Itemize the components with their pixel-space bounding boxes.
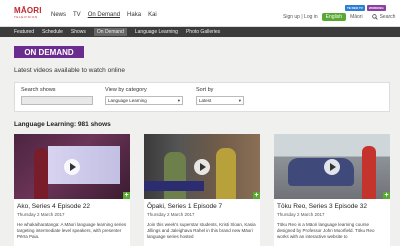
play-icon[interactable] xyxy=(194,158,210,175)
subnav-language-learning[interactable]: Language Learning xyxy=(135,29,178,35)
language-english-button[interactable]: English xyxy=(321,13,347,21)
add-to-list-icon[interactable]: + xyxy=(123,192,130,199)
page-banner: ON DEMAND xyxy=(14,46,84,58)
search-icon xyxy=(371,14,378,20)
user-bar: Sign up | Log in English Māori Search xyxy=(283,13,395,21)
video-date: Thursday 2 March 2017 xyxy=(17,212,65,217)
nav-haka[interactable]: Haka xyxy=(127,12,141,18)
sub-nav: Featured Schedule Shows On Demand Langua… xyxy=(0,27,400,37)
signup-login-link[interactable]: Sign up | Log in xyxy=(283,14,318,20)
sort-filter: Sort by Latest ▾ xyxy=(196,87,244,105)
nav-news[interactable]: News xyxy=(51,12,66,18)
video-title[interactable]: Ōpaki, Series 1 Episode 7 xyxy=(147,203,257,210)
video-date: Thursday 2 March 2017 xyxy=(277,212,325,217)
language-maori-button[interactable]: Māori xyxy=(350,14,363,20)
channel-badges: TE REO TV WORKING xyxy=(345,5,386,11)
video-card[interactable]: + Tōku Reo, Series 3 Episode 32 Thursday… xyxy=(274,134,390,246)
play-icon[interactable] xyxy=(64,158,80,175)
video-title[interactable]: Tōku Reo, Series 3 Episode 32 xyxy=(277,203,387,210)
filter-panel: Search shows View by category Language L… xyxy=(14,82,390,112)
category-filter: View by category Language Learning ▾ xyxy=(105,87,183,105)
chevron-down-icon: ▾ xyxy=(238,97,241,103)
search-button[interactable]: Search xyxy=(371,14,396,20)
video-description: Tōku Reo is a Māori language learning co… xyxy=(277,222,375,239)
search-label: Search xyxy=(379,14,396,20)
video-card[interactable]: + Ako, Series 4 Episode 22 Thursday 2 Ma… xyxy=(14,134,130,246)
section-heading: Language Learning: 981 shows xyxy=(14,121,111,128)
video-card[interactable]: + Ōpaki, Series 1 Episode 7 Thursday 2 M… xyxy=(144,134,260,246)
chevron-down-icon: ▾ xyxy=(177,97,180,103)
nav-on-demand[interactable]: On Demand xyxy=(88,12,120,18)
subnav-photo-galleries[interactable]: Photo Galleries xyxy=(186,29,220,35)
search-shows-input[interactable] xyxy=(21,96,93,105)
badge-working[interactable]: WORKING xyxy=(366,5,386,11)
video-description: Join this week's superstar students, Kri… xyxy=(147,222,256,239)
nav-kai[interactable]: Kai xyxy=(148,12,157,18)
subnav-on-demand[interactable]: On Demand xyxy=(93,28,127,36)
subnav-schedule[interactable]: Schedule xyxy=(42,29,63,35)
search-filter: Search shows xyxy=(21,87,93,105)
video-thumbnail[interactable]: + xyxy=(14,134,130,199)
category-label: View by category xyxy=(105,87,147,93)
nav-tv[interactable]: TV xyxy=(73,12,81,18)
main-nav: News TV On Demand Haka Kai xyxy=(51,12,157,18)
search-shows-label: Search shows xyxy=(21,87,56,93)
category-select[interactable]: Language Learning ▾ xyxy=(105,96,183,105)
maori-tv-logo[interactable]: MĀORI TELEVISION xyxy=(14,7,41,22)
video-title[interactable]: Ako, Series 4 Episode 22 xyxy=(17,203,127,210)
video-thumbnail[interactable]: + xyxy=(144,134,260,199)
add-to-list-icon[interactable]: + xyxy=(383,192,390,199)
badge-te-reo[interactable]: TE REO TV xyxy=(345,5,365,11)
logo-text: MĀORI xyxy=(14,6,42,15)
subnav-featured[interactable]: Featured xyxy=(14,29,34,35)
logo-subtext: TELEVISION xyxy=(14,15,38,19)
video-date: Thursday 2 March 2017 xyxy=(147,212,195,217)
sort-label: Sort by xyxy=(196,87,214,93)
top-header: MĀORI TELEVISION News TV On Demand Haka … xyxy=(0,0,400,27)
subnav-shows[interactable]: Shows xyxy=(71,29,86,35)
page-subtitle: Latest videos available to watch online xyxy=(14,67,125,74)
add-to-list-icon[interactable]: + xyxy=(253,192,260,199)
video-description: He whakaiharatanga: A Māori language lea… xyxy=(17,222,127,239)
play-icon[interactable] xyxy=(324,158,340,175)
sort-select[interactable]: Latest ▾ xyxy=(196,96,244,105)
video-thumbnail[interactable]: + xyxy=(274,134,390,199)
